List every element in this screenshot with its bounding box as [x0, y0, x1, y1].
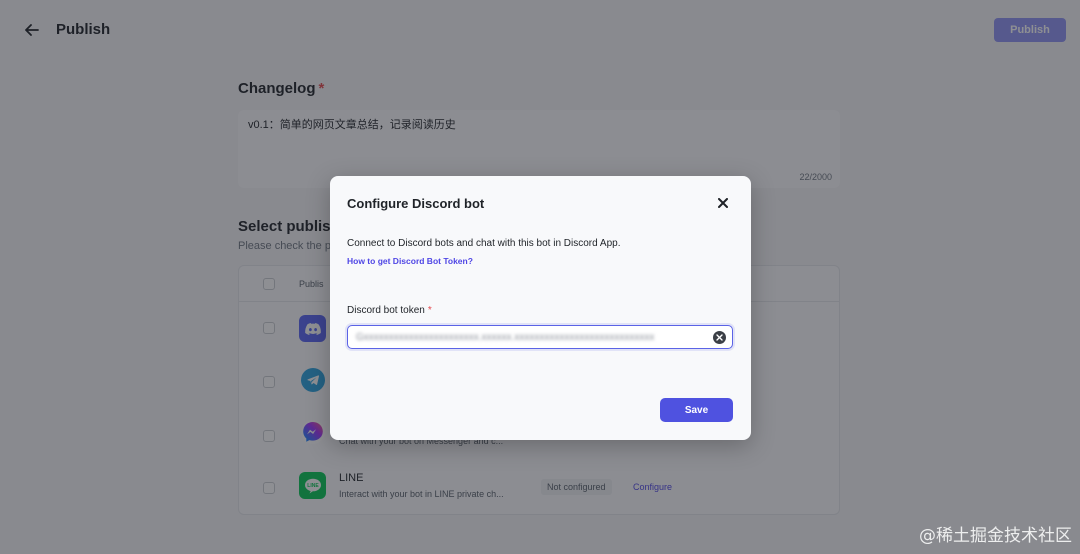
save-button[interactable]: Save — [660, 398, 733, 422]
token-field — [347, 325, 733, 349]
clear-input-icon[interactable] — [713, 331, 726, 344]
token-help-link[interactable]: How to get Discord Bot Token? — [347, 256, 473, 266]
required-mark: * — [427, 305, 432, 316]
configure-discord-dialog: Configure Discord bot Connect to Discord… — [330, 176, 751, 440]
watermark-text: @稀土掘金技术社区 — [919, 526, 1072, 546]
token-label-text: Discord bot token — [347, 305, 425, 316]
dialog-title: Configure Discord bot — [347, 196, 485, 211]
discord-token-input[interactable] — [356, 328, 700, 346]
dialog-description: Connect to Discord bots and chat with th… — [347, 238, 621, 249]
close-icon[interactable] — [714, 194, 732, 212]
token-label: Discord bot token * — [347, 305, 432, 316]
